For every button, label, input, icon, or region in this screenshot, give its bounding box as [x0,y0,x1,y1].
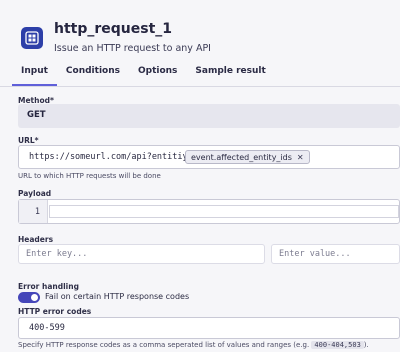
payload-active-line [49,205,399,218]
node-title: http_request_1 [54,21,173,37]
http-error-codes-input[interactable]: 400-599 [18,317,400,339]
header-value-input[interactable]: Enter value... [271,244,400,264]
url-text: https://someurl.com/api?entitiy= [29,152,193,162]
header-key-input[interactable]: Enter key... [18,244,265,264]
error-handling-label: Error handling [18,282,79,291]
toggle-knob [31,294,38,301]
fail-on-codes-toggle[interactable] [18,292,40,303]
codes-hint: Specify HTTP response codes as a comma s… [18,341,369,349]
tab-conditions[interactable]: Conditions [57,62,129,86]
url-label: URL* [18,136,39,145]
url-input[interactable]: https://someurl.com/api?entitiy= event.a… [18,145,400,169]
codes-hint-suffix: ). [363,341,369,349]
tab-options[interactable]: Options [129,62,186,86]
url-chip-label: event.affected_entity_ids [191,152,292,162]
url-variable-chip[interactable]: event.affected_entity_ids ✕ [185,150,310,164]
payload-editor[interactable]: 1 [18,199,400,224]
http-error-codes-label: HTTP error codes [18,307,92,316]
toggle-label: Fail on certain HTTP response codes [45,292,190,301]
codes-hint-prefix: Specify HTTP response codes as a comma s… [18,341,310,349]
http-request-icon [21,27,43,49]
tab-input[interactable]: Input [12,62,57,86]
codes-hint-example: 400-404,503 [311,341,364,349]
method-select[interactable]: GET [18,104,400,128]
tab-bar: Input Conditions Options Sample result [12,62,275,86]
headers-label: Headers [18,235,54,244]
close-icon[interactable]: ✕ [297,153,304,162]
node-subtitle: Issue an HTTP request to any API [54,43,211,54]
tab-sample-result[interactable]: Sample result [186,62,274,86]
tab-divider [0,86,400,87]
url-hint: URL to which HTTP requests will be done [18,172,161,180]
payload-label: Payload [18,189,52,198]
line-number: 1 [19,200,48,223]
